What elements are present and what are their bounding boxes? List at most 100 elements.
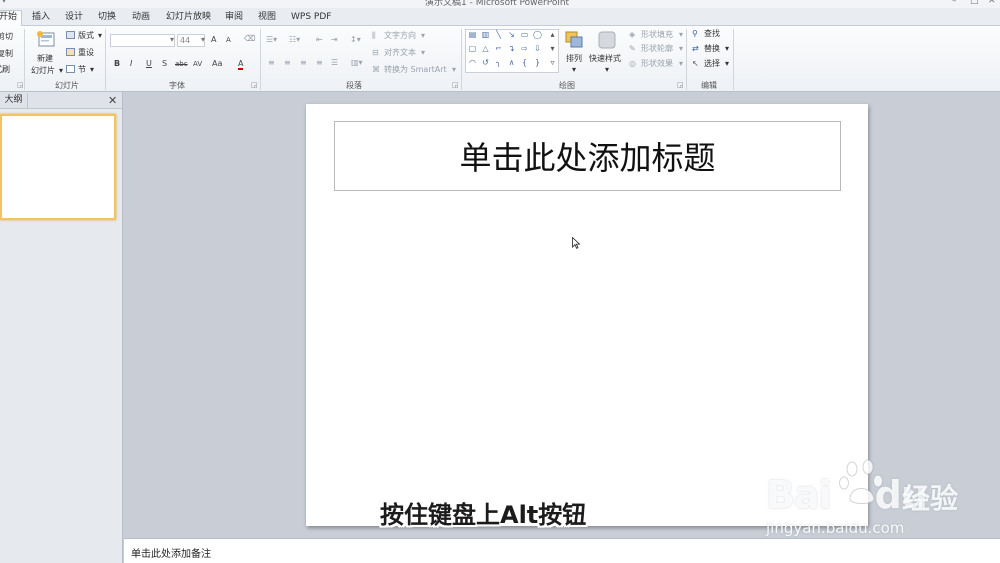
layout-icon <box>66 31 75 39</box>
cut-button[interactable]: 剪切 <box>0 32 13 42</box>
tab-outline[interactable]: 大纲 <box>0 93 28 108</box>
chevron-down-icon: ▾ <box>679 59 684 68</box>
quick-styles-icon[interactable] <box>597 30 617 52</box>
rounded-rect-shape-icon[interactable]: ▢ <box>467 44 478 54</box>
shadow-button[interactable]: S <box>162 59 167 69</box>
vtextbox-shape-icon[interactable]: ▥ <box>480 30 491 40</box>
distribute-icon[interactable]: ☰ <box>331 58 338 68</box>
close-icon[interactable]: ✕ <box>108 94 117 107</box>
tab-view[interactable]: 视图 <box>258 11 276 26</box>
shrink-font-button[interactable]: A <box>226 35 231 45</box>
bold-button[interactable]: B <box>114 59 120 69</box>
tab-design[interactable]: 设计 <box>65 11 83 26</box>
title-placeholder[interactable]: 单击此处添加标题 <box>334 121 841 191</box>
rect-shape-icon[interactable]: ▭ <box>519 30 530 40</box>
line-shape-icon[interactable]: ╲ <box>493 30 504 40</box>
select-button[interactable]: 选择 <box>704 59 720 69</box>
paragraph-launcher-icon[interactable]: ◲ <box>452 81 459 89</box>
tab-wps-pdf[interactable]: WPS PDF <box>291 11 331 26</box>
close-window-button[interactable]: ✕ <box>988 0 996 6</box>
gallery-more-icon[interactable]: ▿ <box>547 58 558 68</box>
replace-button[interactable]: 替换 <box>704 44 720 54</box>
notes-placeholder: 单击此处添加备注 <box>131 549 211 560</box>
section-button[interactable]: 节 <box>78 65 86 75</box>
freeform-shape-icon[interactable]: ↺ <box>480 58 491 68</box>
video-subtitle: 按住键盘上Alt按钮 <box>380 501 587 529</box>
arrow-line-shape-icon[interactable]: ↘ <box>506 30 517 40</box>
title-placeholder-text: 单击此处添加标题 <box>459 139 716 177</box>
grow-font-button[interactable]: A <box>211 35 216 45</box>
tab-home[interactable]: 开始 <box>0 10 23 27</box>
quick-access-toolbar[interactable]: ▾ <box>2 0 6 5</box>
arrange-icon[interactable] <box>564 30 584 50</box>
align-center-icon[interactable]: ≡ <box>284 58 291 68</box>
numbering-icon[interactable]: ☷▾ <box>289 35 300 45</box>
font-color-button[interactable]: A <box>238 59 244 70</box>
decrease-indent-icon[interactable]: ⇤ <box>316 35 323 45</box>
brace-right-shape-icon[interactable]: } <box>532 58 543 68</box>
line-spacing-icon[interactable]: ↕▾ <box>350 35 361 45</box>
pane-tabs: 大纲 ✕ <box>0 92 122 109</box>
char-spacing-button[interactable]: AV <box>193 59 202 69</box>
gallery-up-icon[interactable]: ▴ <box>547 30 558 40</box>
tab-insert[interactable]: 插入 <box>32 11 50 26</box>
elbow-shape-icon[interactable]: ⌐ <box>493 44 504 54</box>
right-arrow-shape-icon[interactable]: ⇨ <box>519 44 530 54</box>
convert-smartart-button[interactable]: 转换为 SmartArt <box>384 65 447 75</box>
copy-button[interactable]: 复制 <box>0 49 13 59</box>
editing-group-label: 编辑 <box>701 81 717 90</box>
tab-slideshow[interactable]: 幻灯片放映 <box>166 11 211 26</box>
quick-styles-button[interactable]: 快速样式 <box>589 54 621 64</box>
justify-icon[interactable]: ≡ <box>316 58 323 68</box>
shape-outline-icon: ✎ <box>629 44 636 53</box>
tab-transitions[interactable]: 切换 <box>98 11 116 26</box>
triangle-shape-icon[interactable]: △ <box>480 44 491 54</box>
font-launcher-icon[interactable]: ◲ <box>251 81 258 89</box>
new-slide-icon[interactable] <box>36 30 56 48</box>
connector-shape-icon[interactable]: ↴ <box>506 44 517 54</box>
change-case-button[interactable]: Aa <box>212 59 222 69</box>
format-painter-button[interactable]: 格式刷 <box>0 65 10 75</box>
ribbon-tabs: 开始 插入 设计 切换 动画 幻灯片放映 审阅 视图 WPS PDF <box>0 8 1000 27</box>
down-arrow-shape-icon[interactable]: ⇩ <box>532 44 543 54</box>
new-slide-label-2[interactable]: 幻灯片 <box>31 66 55 76</box>
strikethrough-button[interactable]: abc <box>175 59 188 69</box>
reset-button[interactable]: 重设 <box>78 48 94 58</box>
align-left-icon[interactable]: ≡ <box>268 58 275 68</box>
gallery-down-icon[interactable]: ▾ <box>547 44 558 54</box>
tab-animations[interactable]: 动画 <box>132 11 150 26</box>
font-name-combo[interactable] <box>110 34 175 47</box>
italic-button[interactable]: I <box>130 59 132 69</box>
scribble-shape-icon[interactable]: ∧ <box>506 58 517 68</box>
tab-review[interactable]: 审阅 <box>225 11 243 26</box>
find-button[interactable]: 查找 <box>704 29 720 39</box>
underline-button[interactable]: U <box>146 59 152 69</box>
textbox-shape-icon[interactable]: ▤ <box>467 30 478 40</box>
baidu-watermark: Bai du 经验 jingyan.baidu.com <box>760 455 1000 545</box>
drawing-group-label: 绘图 <box>559 81 575 90</box>
oval-shape-icon[interactable]: ◯ <box>532 30 543 40</box>
shape-fill-button[interactable]: 形状填充 <box>641 30 673 40</box>
brace-left-shape-icon[interactable]: { <box>519 58 530 68</box>
layout-button[interactable]: 版式 <box>78 31 94 41</box>
slide-thumbnail[interactable] <box>0 114 116 220</box>
shape-effects-button[interactable]: 形状效果 <box>641 59 673 69</box>
section-icon <box>66 65 75 73</box>
clear-format-icon[interactable]: ⌫ <box>244 34 255 44</box>
shape-fill-icon: ◈ <box>629 30 636 39</box>
slides-pane: 大纲 ✕ <box>0 92 123 563</box>
arrange-button[interactable]: 排列 <box>566 54 582 64</box>
align-right-icon[interactable]: ≡ <box>300 58 307 68</box>
drawing-launcher-icon[interactable]: ◲ <box>677 81 684 89</box>
arc-shape-icon[interactable]: ◠ <box>467 58 478 68</box>
text-direction-button[interactable]: 文字方向 <box>384 31 416 41</box>
columns-icon[interactable]: ▥▾ <box>351 58 363 68</box>
minimize-button[interactable]: – <box>952 0 957 6</box>
shape-outline-button[interactable]: 形状轮廓 <box>641 44 673 54</box>
curve-shape-icon[interactable]: ╮ <box>493 58 504 68</box>
increase-indent-icon[interactable]: ⇥ <box>331 35 338 45</box>
maximize-button[interactable]: □ <box>970 0 979 6</box>
clipboard-launcher-icon[interactable]: ◲ <box>17 81 24 89</box>
bullets-icon[interactable]: ☰▾ <box>266 35 277 45</box>
align-text-button[interactable]: 对齐文本 <box>384 48 416 58</box>
